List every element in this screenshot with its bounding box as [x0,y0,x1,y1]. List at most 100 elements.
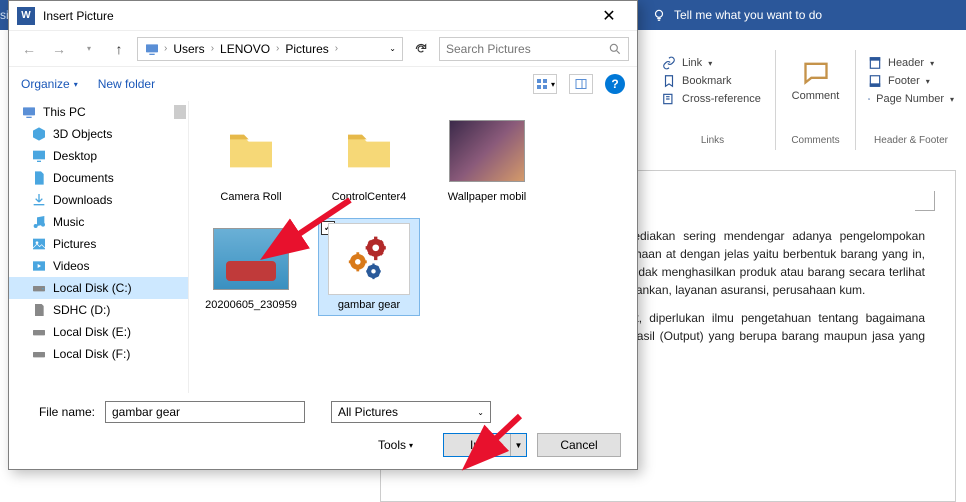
ribbon-group-header-footer: Header ▾ Footer ▾ # Page Number ▾ Header… [856,50,966,150]
refresh-button[interactable] [409,37,433,61]
chevron-down-icon: ▾ [930,59,934,68]
breadcrumb-item[interactable]: LENOVO [218,42,272,56]
insert-split-chevron[interactable]: ▼ [510,434,526,456]
chevron-down-icon: ⌄ [477,408,484,417]
chevron-down-icon: ▾ [708,59,712,68]
ribbon-group-links: Link ▾ Bookmark Cross-reference Links [650,50,776,150]
view-mode-button[interactable]: ▾ [533,74,557,94]
dialog-toolbar: Organize ▾ New folder ▾ ? [9,67,637,101]
nav-forward-button[interactable]: → [47,37,71,61]
chevron-right-icon: › [276,43,279,54]
sidebar-item-videos[interactable]: Videos [9,255,188,277]
chevron-right-icon: › [335,43,338,54]
bookmark-button[interactable]: Bookmark [658,72,767,90]
new-folder-button[interactable]: New folder [98,77,155,91]
search-icon [608,42,622,56]
word-app-icon: W [17,7,35,25]
dialog-title: Insert Picture [43,9,589,23]
breadcrumb-item[interactable]: Users [171,42,206,56]
sd-icon [31,302,47,318]
ribbon-group-comments: Comment Comments [776,50,856,150]
sidebar: This PC 3D Objects Desktop Documents Dow… [9,101,189,393]
file-item-selected[interactable]: ✓ gambar gear [319,219,419,315]
nav-back-button[interactable]: ← [17,37,41,61]
file-label: Wallpaper mobil [448,191,526,203]
search-input[interactable] [446,42,608,56]
chevron-down-icon[interactable]: ⌄ [389,44,396,53]
cube-icon [31,126,47,142]
desktop-icon [31,148,47,164]
sidebar-item-3d-objects[interactable]: 3D Objects [9,123,188,145]
sidebar-item-desktop[interactable]: Desktop [9,145,188,167]
chevron-down-icon: ▾ [950,95,954,104]
crop-mark [915,191,935,211]
preview-icon [574,78,588,90]
this-pc-icon [21,104,37,120]
breadcrumb[interactable]: › Users › LENOVO › Pictures › ⌄ [137,37,403,61]
sidebar-item-downloads[interactable]: Downloads [9,189,188,211]
documents-icon [31,170,47,186]
nav-up-button[interactable]: ↑ [107,37,131,61]
page-number-button[interactable]: # Page Number ▾ [864,90,958,108]
chevron-right-icon: › [164,43,167,54]
header-button[interactable]: Header ▾ [864,54,958,72]
file-label: gambar gear [338,299,400,311]
dialog-nav-bar: ← → ▾ ↑ › Users › LENOVO › Pictures › ⌄ [9,31,637,67]
pictures-icon [31,236,47,252]
videos-icon [31,258,47,274]
cancel-button[interactable]: Cancel [537,433,621,457]
folder-icon [334,123,404,179]
close-button[interactable]: ✕ [589,2,629,30]
sidebar-item-local-disk-f[interactable]: Local Disk (F:) [9,343,188,365]
lightbulb-icon [652,8,666,22]
help-button[interactable]: ? [605,74,625,94]
insert-button[interactable]: Insert ▼ [443,433,527,457]
drive-icon [31,280,47,296]
footer-button[interactable]: Footer ▾ [864,72,958,90]
tell-me-box[interactable]: Tell me what you want to do si dan Opera… [640,0,966,30]
file-item-image[interactable]: Wallpaper mobil [437,111,537,207]
svg-text:#: # [869,98,870,100]
filename-input[interactable] [105,401,305,423]
file-type-filter[interactable]: All Pictures ⌄ [331,401,491,423]
file-label: Camera Roll [220,191,281,203]
file-label: 20200605_230959 [205,299,297,311]
insert-picture-dialog: W Insert Picture ✕ ← → ▾ ↑ › Users › LEN… [8,0,638,470]
music-icon [31,214,47,230]
sidebar-item-pictures[interactable]: Pictures [9,233,188,255]
nav-recent-button[interactable]: ▾ [77,37,101,61]
comments-group-label: Comments [784,135,847,146]
scrollbar-thumb[interactable] [174,105,186,119]
file-item-folder[interactable]: ControlCenter4 [319,111,419,207]
chevron-down-icon: ▾ [74,80,78,89]
sidebar-item-this-pc[interactable]: This PC [9,101,188,123]
breadcrumb-item[interactable]: Pictures [283,42,330,56]
sidebar-item-sdhc-d[interactable]: SDHC (D:) [9,299,188,321]
chevron-down-icon: ▾ [926,77,930,86]
preview-pane-button[interactable] [569,74,593,94]
sidebar-item-local-disk-c[interactable]: Local Disk (C:) [9,277,188,299]
filename-label: File name: [25,405,95,419]
link-icon [662,56,676,70]
dialog-body: This PC 3D Objects Desktop Documents Dow… [9,101,637,393]
folder-icon [216,123,286,179]
file-item-image[interactable]: 20200605_230959 [201,219,301,315]
this-pc-icon [144,41,160,57]
cross-ref-icon [662,92,676,106]
organize-button[interactable]: Organize ▾ [21,77,78,91]
sidebar-item-documents[interactable]: Documents [9,167,188,189]
comment-button[interactable]: Comment [784,54,847,106]
tools-button[interactable]: Tools ▾ [378,438,413,452]
footer-icon [868,74,882,88]
search-box[interactable] [439,37,629,61]
comment-icon [802,58,830,86]
cross-reference-button[interactable]: Cross-reference [658,90,767,108]
file-grid[interactable]: Camera Roll ControlCenter4 Wallpaper mob… [189,101,637,393]
sidebar-item-local-disk-e[interactable]: Local Disk (E:) [9,321,188,343]
chevron-down-icon: ▾ [409,441,413,450]
dialog-titlebar[interactable]: W Insert Picture ✕ [9,1,637,31]
file-item-folder[interactable]: Camera Roll [201,111,301,207]
link-button[interactable]: Link ▾ [658,54,767,72]
bookmark-icon [662,74,676,88]
sidebar-item-music[interactable]: Music [9,211,188,233]
